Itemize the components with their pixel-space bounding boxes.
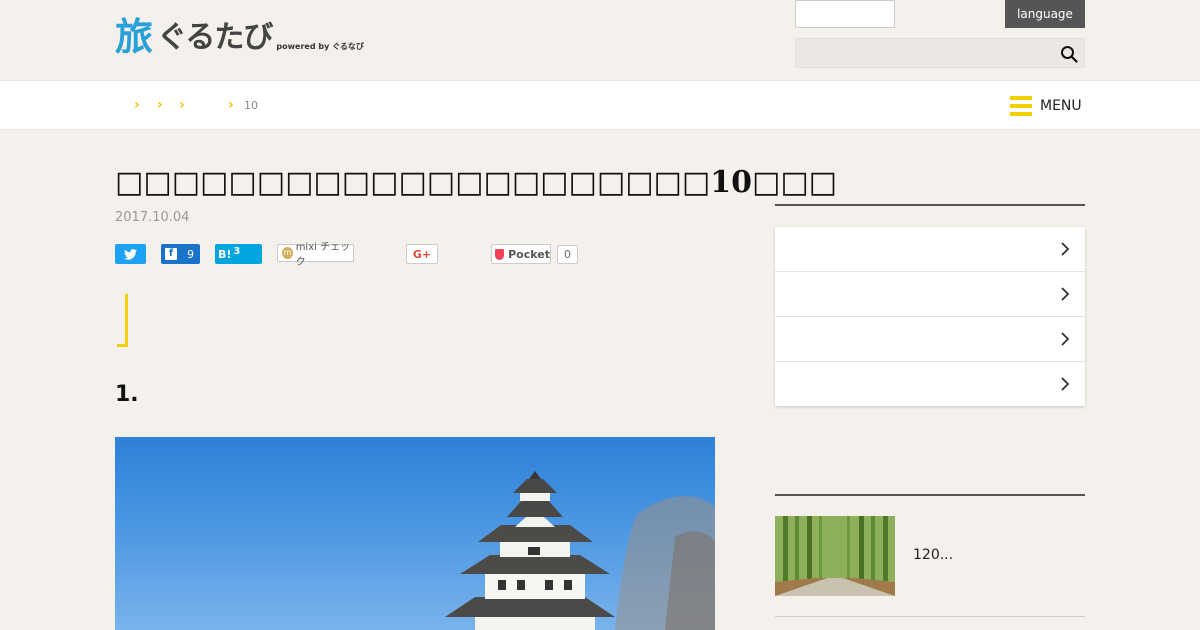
- hatena-bookmark-count: 3: [233, 245, 241, 257]
- search-icon[interactable]: [1060, 45, 1078, 63]
- pocket-icon: [495, 248, 505, 260]
- site-header: 旅 ぐるたび powered by ぐるなび language: [0, 0, 1200, 80]
- search-bar: [795, 38, 1085, 68]
- google-plus-button[interactable]: G+: [406, 244, 438, 264]
- facebook-icon: f: [165, 248, 177, 260]
- hatena-bookmark-button[interactable]: B! 3: [215, 244, 262, 264]
- article-date: 2017.10.04: [115, 210, 190, 225]
- breadcrumb-chevron-icon: ›: [179, 97, 185, 113]
- breadcrumb-current: 10: [244, 99, 258, 112]
- breadcrumb-chevron-icon: ›: [228, 97, 234, 113]
- pocket-count: 0: [557, 245, 578, 264]
- pocket-save-button[interactable]: Pocket: [491, 244, 551, 264]
- sidebar-article-title[interactable]: 120...: [913, 547, 953, 563]
- breadcrumb-chevron-icon: ›: [134, 97, 140, 113]
- google-plus-icon: G+: [412, 247, 432, 261]
- facebook-share-button[interactable]: f 9: [161, 244, 200, 264]
- sidebar-link-item[interactable]: [775, 227, 1085, 272]
- chevron-right-icon: [1061, 377, 1070, 391]
- site-logo[interactable]: 旅 ぐるたび powered by ぐるなび: [115, 16, 364, 58]
- mixi-check-label: mixi チェック: [295, 242, 351, 268]
- logo-mark: 旅: [115, 15, 154, 59]
- menu-label: MENU: [1040, 98, 1082, 114]
- hamburger-icon: [1010, 96, 1032, 116]
- pocket-label: Pocket: [508, 247, 550, 261]
- article-title: □□□□□□□□□□□□□□□□□□□□□10□□□: [115, 165, 838, 200]
- language-select-box[interactable]: [795, 0, 895, 28]
- search-input[interactable]: [796, 39, 1051, 67]
- mixi-icon: m: [282, 247, 293, 259]
- menu-button[interactable]: MENU: [1010, 96, 1082, 116]
- logo-text: ぐるたび: [157, 20, 273, 55]
- sidebar-article-thumbnail[interactable]: [775, 516, 895, 596]
- heading-bracket-decoration: [117, 294, 128, 347]
- sidebar-section-divider: [775, 494, 1085, 496]
- sidebar-link-list: [775, 227, 1085, 406]
- sidebar-link-item[interactable]: [775, 317, 1085, 362]
- twitter-icon: [124, 248, 137, 260]
- breadcrumb-bar: › › › › 10 MENU: [0, 80, 1200, 130]
- mixi-check-button[interactable]: m mixi チェック: [277, 242, 354, 268]
- chevron-right-icon: [1061, 332, 1070, 346]
- twitter-share-button[interactable]: [115, 244, 146, 264]
- sidebar-link-item[interactable]: [775, 362, 1085, 407]
- sidebar-item-divider: [775, 616, 1085, 617]
- hatena-bookmark-icon: B!: [218, 247, 232, 261]
- logo-powered-by: powered by ぐるなび: [276, 42, 364, 51]
- facebook-share-count: 9: [187, 247, 194, 261]
- sidebar-section-divider: [775, 204, 1085, 206]
- sidebar-link-item[interactable]: [775, 272, 1085, 317]
- article-hero-image: [115, 437, 715, 630]
- language-button[interactable]: language: [1005, 0, 1085, 28]
- section-heading: 1.: [115, 382, 139, 407]
- chevron-right-icon: [1061, 242, 1070, 256]
- bamboo-forest-image: [775, 516, 895, 596]
- castle-illustration: [445, 471, 715, 630]
- chevron-right-icon: [1061, 287, 1070, 301]
- breadcrumb-chevron-icon: ›: [157, 97, 163, 113]
